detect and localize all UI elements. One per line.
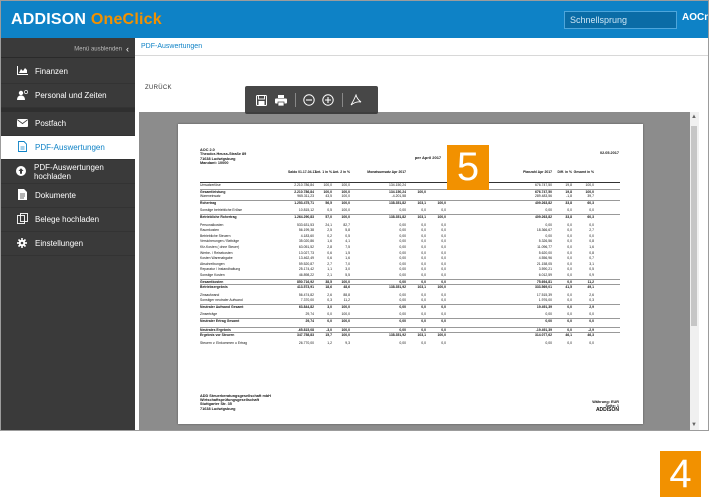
acrobat-icon[interactable]: [347, 92, 364, 109]
pdf-table-header: Saldo 01.17-04.17 Ant. 1 in % Ant. 2 in …: [200, 170, 620, 183]
row-cell: 0,0: [589, 340, 594, 345]
zoom-out-icon[interactable]: [300, 92, 317, 109]
viewer-scrollbar[interactable]: ▲ ▼: [690, 112, 699, 430]
print-icon[interactable]: [272, 92, 289, 109]
envelope-icon: [15, 118, 29, 129]
user-clock-icon: [15, 89, 29, 102]
scrollbar-thumb[interactable]: [691, 126, 697, 326]
sidebar-item-label: Dokumente: [35, 191, 76, 200]
sidebar-item-label: PDF-Auswertungen: [35, 143, 105, 152]
pdf-address: AOC 2.0 Theodor-Heuss-Straße 89 71638 Lu…: [200, 148, 246, 166]
scroll-down-icon[interactable]: ▼: [691, 422, 697, 428]
sidebar-item-label: Belege hochladen: [35, 215, 100, 224]
sidebar-item-belege[interactable]: Belege hochladen: [1, 208, 135, 232]
back-link[interactable]: ZURÜCK: [145, 85, 172, 91]
pdf-footer-logo: ADDISON: [595, 407, 619, 414]
header-diff: Diff. in %: [557, 170, 572, 174]
step-badge-5: 5: [447, 145, 489, 190]
pdf-table: Saldo 01.17-04.17 Ant. 1 in % Ant. 2 in …: [200, 170, 620, 347]
chart-area-icon: [15, 66, 29, 77]
documents-icon: [15, 213, 29, 226]
sidebar-item-label: PDF-Auswertungen hochladen: [33, 162, 104, 181]
row-cell: 0,0: [567, 340, 572, 345]
table-row: Steuern v. Einkommen u Ertrag 26.770,00 1,…: [200, 341, 620, 347]
toolbar-divider: [342, 93, 343, 107]
row-cell: 1,2: [327, 340, 332, 345]
pdf-page: AOC 2.0 Theodor-Heuss-Straße 89 71638 Lu…: [178, 124, 643, 424]
header-monatsumsatz: Monatsumsatz Apr 2017: [367, 170, 406, 174]
pdf-date: 02.05.2017: [599, 151, 619, 155]
row-cell: 0,00: [545, 340, 552, 345]
brand-logo[interactable]: ADDISON OneClick: [11, 11, 162, 29]
menu-toggle-label: Menü ausblenden: [74, 46, 122, 53]
brand-accent: OneClick: [90, 11, 162, 28]
brand-main: ADDISON: [11, 11, 87, 28]
sidebar-item-label: Einstellungen: [35, 239, 84, 248]
main-content: PDF-Auswertungen ZURÜCK AOC 2.0 Theodor-…: [135, 38, 708, 430]
sidebar-item-personal[interactable]: Personal und Zeiten: [1, 84, 135, 108]
pdf-footer-address: ADD Steuerberatungsgesellschaft mbH Wirt…: [200, 394, 271, 411]
pdf-toolbar: [245, 86, 378, 114]
sidebar-item-label: Personal und Zeiten: [35, 91, 107, 100]
pdf-client: Mandant: 10000: [200, 161, 229, 166]
pdf-footer-meta: Währung: EUR Seite: 1 ADDISON: [592, 400, 619, 413]
toolbar-divider: [295, 93, 296, 107]
sidebar-item-pdf-auswertungen[interactable]: PDF-Auswertungen: [1, 136, 135, 160]
header-gesamt: Gesamt in %: [573, 170, 594, 174]
step-badge-4: 4: [660, 451, 701, 497]
row-cell: 26.770,00: [298, 340, 314, 345]
pdf-viewer[interactable]: AOC 2.0 Theodor-Heuss-Straße 89 71638 Lu…: [139, 112, 699, 430]
sidebar-item-postfach[interactable]: Postfach: [1, 112, 135, 136]
sidebar-item-pdf-hochladen[interactable]: PDF-Auswertungen hochladen: [1, 160, 135, 184]
upload-circle-icon: [15, 165, 28, 178]
file-pdf-icon: [15, 141, 29, 154]
quick-jump-input[interactable]: Schnellsprung: [564, 11, 677, 29]
row-cell: 9,3: [345, 340, 350, 345]
breadcrumb: PDF-Auswertungen: [135, 38, 708, 56]
header-ant2: Ant. 2 in %: [332, 170, 350, 174]
chevron-left-icon: ‹: [126, 44, 129, 54]
sidebar-item-label: Postfach: [35, 119, 67, 128]
sidebar: Menü ausblenden ‹ Finanzen Personal und Z…: [1, 38, 135, 430]
scroll-up-icon[interactable]: ▲: [691, 114, 697, 120]
header-saldo: Saldo 01.17-04.17: [288, 170, 317, 174]
header-planzahl: Planzahl Apr 2017: [523, 170, 552, 174]
breadcrumb-item[interactable]: PDF-Auswertungen: [141, 43, 202, 50]
header-ant1: Ant. 1 in %: [314, 170, 332, 174]
sidebar-item-label: Finanzen: [35, 67, 68, 76]
row-cell: 0,0: [441, 340, 446, 345]
sidebar-item-einstellungen[interactable]: Einstellungen: [1, 232, 135, 256]
document-icon: [15, 189, 29, 202]
pdf-footer-line: 71638 Ludwigsburg: [200, 406, 236, 411]
row-label: Steuern v. Einkommen u Ertrag: [200, 340, 248, 345]
zoom-in-icon[interactable]: [319, 92, 336, 109]
app-window: ADDISON OneClick Schnellsprung AOCnext M…: [0, 0, 709, 431]
row-cell: 0,0: [421, 340, 426, 345]
top-bar: ADDISON OneClick Schnellsprung AOCnext: [1, 1, 708, 38]
menu-toggle[interactable]: Menü ausblenden ‹: [1, 38, 135, 58]
gear-icon: [15, 237, 29, 250]
save-icon[interactable]: [253, 92, 270, 109]
user-name[interactable]: AOCnext: [682, 12, 708, 23]
sidebar-item-dokumente[interactable]: Dokumente: [1, 184, 135, 208]
sidebar-item-finanzen[interactable]: Finanzen: [1, 60, 135, 84]
row-cell: 0,00: [399, 340, 406, 345]
